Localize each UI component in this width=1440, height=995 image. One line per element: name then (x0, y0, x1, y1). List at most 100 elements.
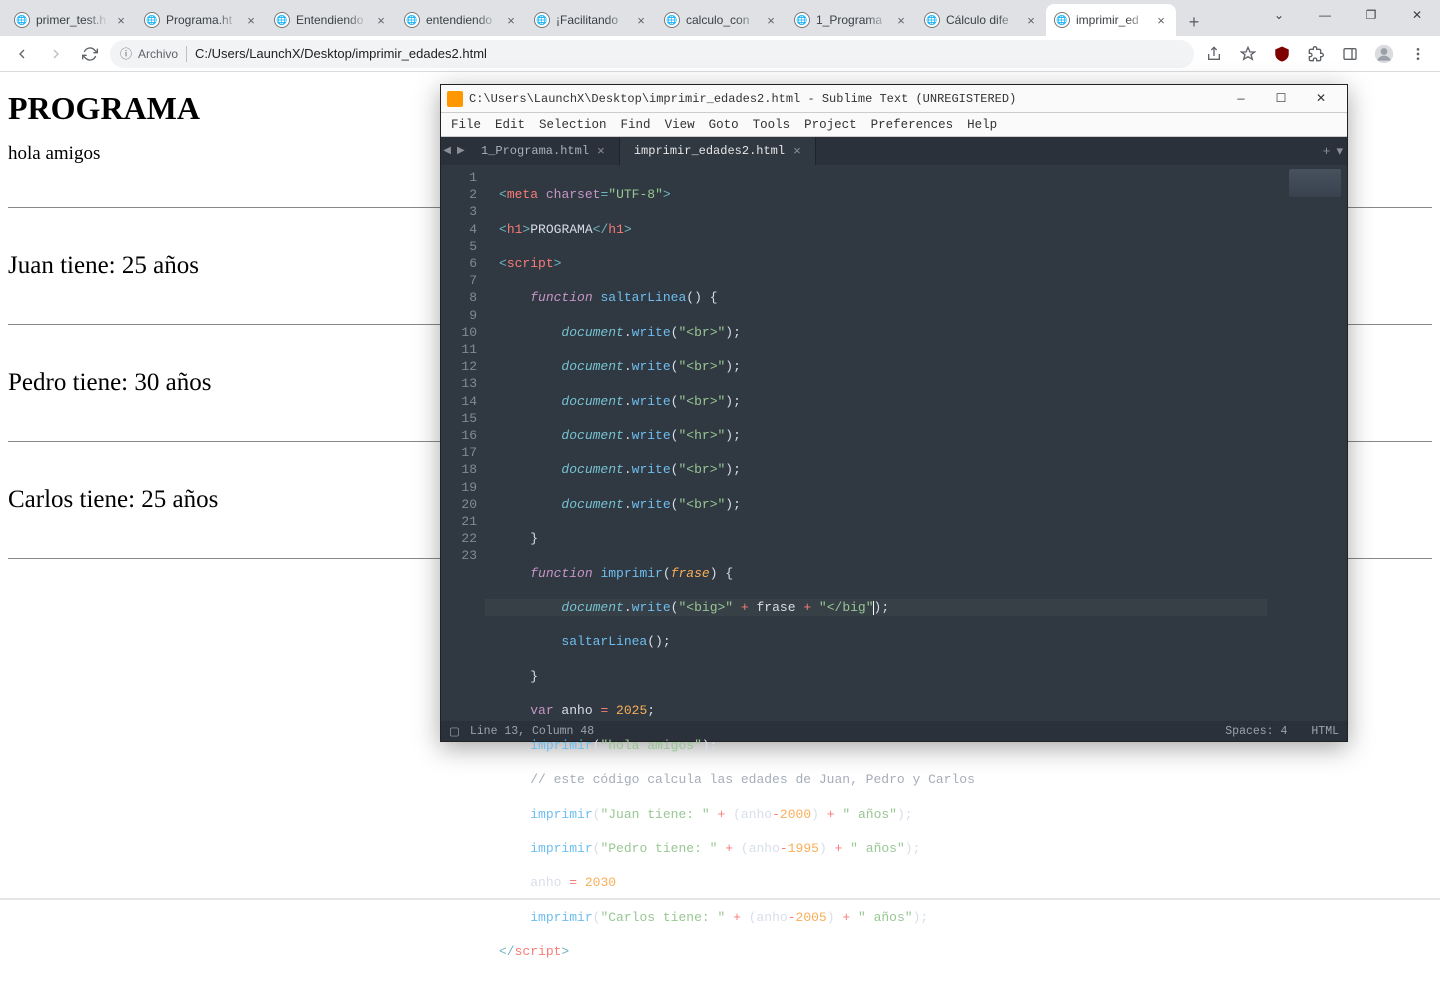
browser-tab[interactable]: 🌐Entendiendo× (266, 4, 396, 36)
menu-goto[interactable]: Goto (709, 118, 739, 132)
minimap-viewport[interactable] (1289, 169, 1341, 197)
browser-tab[interactable]: 🌐1_Programa× (786, 4, 916, 36)
code-line: document.write("<hr>"); (485, 427, 1267, 444)
editor-tab[interactable]: 1_Programa.html× (467, 137, 620, 165)
line-number: 19 (441, 479, 477, 496)
browser-tab[interactable]: 🌐 calculo_con × (656, 4, 786, 36)
close-icon[interactable]: × (764, 13, 778, 27)
close-icon[interactable]: × (597, 144, 605, 159)
browser-tab[interactable]: 🌐¡Facilitando× (526, 4, 656, 36)
minimap[interactable] (1267, 165, 1347, 721)
close-icon[interactable]: × (244, 13, 258, 27)
code-line: function imprimir(frase) { (485, 565, 1267, 582)
close-icon[interactable]: × (894, 13, 908, 27)
sidepanel-icon[interactable] (1336, 40, 1364, 68)
sublime-window-controls: ― ☐ ✕ (1221, 85, 1341, 113)
sublime-title: C:\Users\LaunchX\Desktop\imprimir_edades… (469, 92, 1215, 106)
line-number: 7 (441, 272, 477, 289)
code-line: function saltarLinea() { (485, 289, 1267, 306)
close-icon[interactable]: × (1154, 13, 1168, 27)
share-icon[interactable] (1200, 40, 1228, 68)
extensions-icon[interactable] (1302, 40, 1330, 68)
editor-tab-active[interactable]: imprimir_edades2.html× (620, 137, 816, 165)
tab-strip: 🌐primer_test.h× 🌐Programa.ht× 🌐Entendien… (0, 0, 1440, 36)
code-line-active: document.write("<big>" + frase + "</big"… (485, 599, 1267, 616)
line-number: 12 (441, 358, 477, 375)
browser-tab[interactable]: 🌐Cálculo dife× (916, 4, 1046, 36)
line-number: 1 (441, 169, 477, 186)
close-icon[interactable]: × (114, 13, 128, 27)
globe-icon: 🌐 (534, 12, 550, 28)
menu-find[interactable]: Find (621, 118, 651, 132)
menu-tools[interactable]: Tools (753, 118, 791, 132)
tab-dropdown-icon[interactable]: ▾ (1336, 144, 1343, 159)
browser-tab-active[interactable]: 🌐 imprimir_ed × (1046, 4, 1176, 36)
maximize-button[interactable]: ❐ (1348, 0, 1394, 30)
forward-button[interactable] (42, 40, 70, 68)
menu-project[interactable]: Project (804, 118, 857, 132)
code-line: document.write("<br>"); (485, 496, 1267, 513)
menu-icon[interactable] (1404, 40, 1432, 68)
code-line: } (485, 668, 1267, 685)
code-line: anho = 2030 (485, 874, 1267, 891)
browser-tab[interactable]: 🌐primer_test.h× (6, 4, 136, 36)
tab-title: imprimir_ed (1076, 13, 1148, 27)
line-number: 14 (441, 393, 477, 410)
site-info-label: Archivo (138, 47, 178, 61)
menu-view[interactable]: View (665, 118, 695, 132)
maximize-button[interactable]: ☐ (1261, 85, 1301, 113)
sublime-app-icon (447, 91, 463, 107)
globe-icon: 🌐 (924, 12, 940, 28)
new-tab-icon[interactable]: + (1323, 144, 1331, 159)
new-tab-button[interactable]: + (1180, 8, 1208, 36)
omnibox[interactable]: ⓘ Archivo C:/Users/LaunchX/Desktop/impri… (110, 40, 1194, 68)
code-line: <h1>PROGRAMA</h1> (485, 221, 1267, 238)
code-line: document.write("<br>"); (485, 461, 1267, 478)
menu-file[interactable]: File (451, 118, 481, 132)
line-number: 6 (441, 255, 477, 272)
code-line: <script> (485, 255, 1267, 272)
close-icon[interactable]: × (504, 13, 518, 27)
reload-button[interactable] (76, 40, 104, 68)
status-syntax[interactable]: HTML (1311, 725, 1339, 738)
browser-tab[interactable]: 🌐Programa.ht× (136, 4, 266, 36)
code-line: // este código calcula las edades de Jua… (485, 771, 1267, 788)
close-icon[interactable]: × (634, 13, 648, 27)
browser-tab[interactable]: 🌐entendiendo× (396, 4, 526, 36)
menu-preferences[interactable]: Preferences (871, 118, 954, 132)
globe-icon: 🌐 (404, 12, 420, 28)
url-text: C:/Users/LaunchX/Desktop/imprimir_edades… (195, 46, 487, 61)
minimize-button[interactable]: ― (1221, 85, 1261, 113)
profile-icon[interactable] (1370, 40, 1398, 68)
code-area[interactable]: <meta charset="UTF-8"> <h1>PROGRAMA</h1>… (485, 165, 1267, 721)
sublime-window[interactable]: C:\Users\LaunchX\Desktop\imprimir_edades… (440, 84, 1348, 742)
close-button[interactable]: ✕ (1301, 85, 1341, 113)
back-button[interactable] (8, 40, 36, 68)
tab-nav-arrows[interactable]: ◀ ▶ (441, 137, 467, 165)
line-number: 10 (441, 324, 477, 341)
close-icon[interactable]: × (793, 144, 801, 159)
line-number: 8 (441, 289, 477, 306)
ublock-icon[interactable] (1268, 40, 1296, 68)
panel-switch-icon[interactable]: ▢ (449, 724, 460, 739)
menu-edit[interactable]: Edit (495, 118, 525, 132)
sublime-titlebar[interactable]: C:\Users\LaunchX\Desktop\imprimir_edades… (441, 85, 1347, 113)
line-number: 15 (441, 410, 477, 427)
site-info[interactable]: ⓘ Archivo (120, 45, 178, 62)
bookmark-icon[interactable] (1234, 40, 1262, 68)
dropdown-icon[interactable]: ⌄ (1256, 0, 1302, 30)
globe-icon: 🌐 (1054, 12, 1070, 28)
globe-icon: 🌐 (664, 12, 680, 28)
menu-help[interactable]: Help (967, 118, 997, 132)
minimize-button[interactable]: ― (1302, 0, 1348, 30)
close-button[interactable]: ✕ (1394, 0, 1440, 30)
line-number: 2 (441, 186, 477, 203)
tab-title: calculo_con (686, 13, 758, 27)
code-line: imprimir("Pedro tiene: " + (anho-1995) +… (485, 840, 1267, 857)
line-number: 22 (441, 530, 477, 547)
code-line: var anho = 2025; (485, 702, 1267, 719)
code-line: </script> (485, 943, 1267, 960)
menu-selection[interactable]: Selection (539, 118, 607, 132)
close-icon[interactable]: × (374, 13, 388, 27)
close-icon[interactable]: × (1024, 13, 1038, 27)
